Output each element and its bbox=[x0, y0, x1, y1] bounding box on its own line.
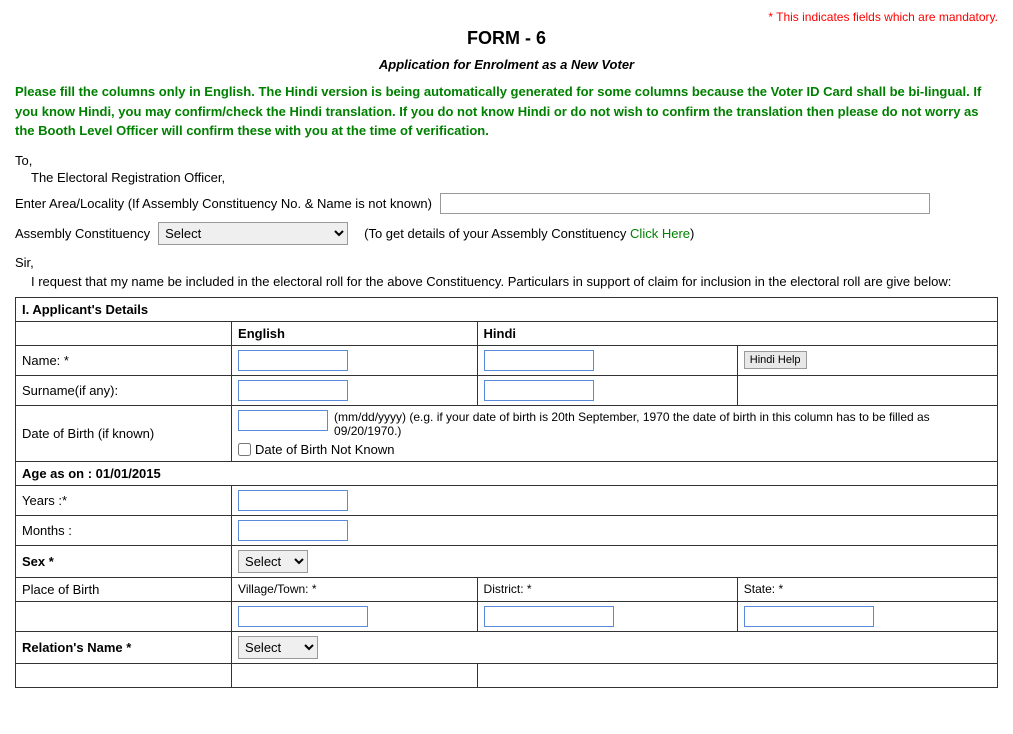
area-input[interactable] bbox=[440, 193, 930, 214]
state-label-cell: State: * bbox=[737, 577, 997, 601]
months-label: Months : bbox=[16, 515, 232, 545]
years-input[interactable] bbox=[238, 490, 348, 511]
surname-english-cell bbox=[232, 375, 478, 405]
state-input-cell bbox=[737, 601, 997, 631]
relation-bottom-label bbox=[16, 663, 232, 687]
assembly-constituency-select[interactable]: Select Option 1 Option 2 bbox=[158, 222, 348, 245]
dob-not-known-label: Date of Birth Not Known bbox=[255, 442, 394, 457]
dob-input[interactable] bbox=[238, 410, 328, 431]
years-label: Years :* bbox=[16, 485, 232, 515]
col-header-hindi: Hindi bbox=[477, 321, 997, 345]
col-header-blank bbox=[16, 321, 232, 345]
name-english-cell bbox=[232, 345, 478, 375]
surname-label: Surname(if any): bbox=[16, 375, 232, 405]
relation-hindi-cell bbox=[477, 663, 997, 687]
surname-hindi-input[interactable] bbox=[484, 380, 594, 401]
surname-blank-cell bbox=[737, 375, 997, 405]
village-input-cell bbox=[232, 601, 478, 631]
sex-cell: Select Male Female Others bbox=[232, 545, 998, 577]
section1-header: I. Applicant's Details bbox=[16, 297, 998, 321]
village-input[interactable] bbox=[238, 606, 368, 627]
years-cell bbox=[232, 485, 998, 515]
months-cell bbox=[232, 515, 998, 545]
name-hindi-cell bbox=[477, 345, 737, 375]
hindi-help-button[interactable]: Hindi Help bbox=[744, 351, 807, 369]
state-input[interactable] bbox=[744, 606, 874, 627]
district-label-cell: District: * bbox=[477, 577, 737, 601]
mandatory-note: * This indicates fields which are mandat… bbox=[15, 10, 998, 24]
name-label: Name: * bbox=[16, 345, 232, 375]
months-input[interactable] bbox=[238, 520, 348, 541]
officer-line: The Electoral Registration Officer, bbox=[31, 170, 998, 185]
assembly-label: Assembly Constituency bbox=[15, 226, 150, 241]
relation-select[interactable]: Select Father Mother Husband Guardian bbox=[238, 636, 318, 659]
relations-name-label: Relation's Name * bbox=[16, 631, 232, 663]
name-english-input[interactable] bbox=[238, 350, 348, 371]
area-label: Enter Area/Locality (If Assembly Constit… bbox=[15, 196, 432, 211]
instructions-text: Please fill the columns only in English.… bbox=[15, 82, 998, 141]
dob-cell: (mm/dd/yyyy) (e.g. if your date of birth… bbox=[232, 405, 998, 461]
hindi-help-cell: Hindi Help bbox=[737, 345, 997, 375]
sex-label: Sex * bbox=[16, 545, 232, 577]
applicant-details-table: I. Applicant's Details English Hindi Nam… bbox=[15, 297, 998, 688]
click-here-link[interactable]: Click Here bbox=[630, 226, 690, 241]
age-as-on-label: Age as on : 01/01/2015 bbox=[16, 461, 998, 485]
sex-select[interactable]: Select Male Female Others bbox=[238, 550, 308, 573]
form-title: FORM - 6 bbox=[15, 28, 998, 49]
surname-hindi-cell bbox=[477, 375, 737, 405]
name-hindi-input[interactable] bbox=[484, 350, 594, 371]
place-of-birth-blank bbox=[16, 601, 232, 631]
col-header-english: English bbox=[232, 321, 478, 345]
relations-name-cell: Select Father Mother Husband Guardian bbox=[232, 631, 998, 663]
dob-not-known-checkbox[interactable] bbox=[238, 443, 251, 456]
dob-format-text: (mm/dd/yyyy) (e.g. if your date of birth… bbox=[334, 410, 991, 438]
assembly-hint: (To get details of your Assembly Constit… bbox=[364, 226, 694, 241]
place-of-birth-label: Place of Birth bbox=[16, 577, 232, 601]
relation-english-cell bbox=[232, 663, 478, 687]
district-input[interactable] bbox=[484, 606, 614, 627]
village-label-cell: Village/Town: * bbox=[232, 577, 478, 601]
to-line: To, bbox=[15, 153, 998, 168]
dob-label: Date of Birth (if known) bbox=[16, 405, 232, 461]
form-subtitle: Application for Enrolment as a New Voter bbox=[15, 57, 998, 72]
district-input-cell bbox=[477, 601, 737, 631]
sir-para: I request that my name be included in th… bbox=[31, 274, 998, 289]
sir-line: Sir, bbox=[15, 255, 998, 270]
surname-english-input[interactable] bbox=[238, 380, 348, 401]
